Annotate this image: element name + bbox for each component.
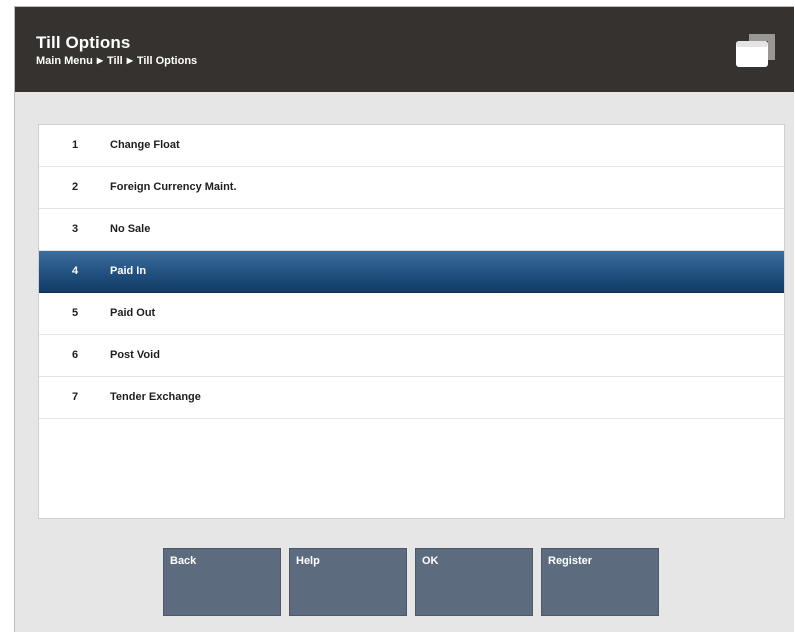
menu-item-label: Post Void bbox=[110, 349, 160, 361]
menu-item-number: 2 bbox=[72, 181, 79, 193]
menu-item-label: Paid Out bbox=[110, 307, 156, 319]
menu-item-number: 7 bbox=[72, 391, 79, 403]
page-title: Till Options bbox=[36, 33, 131, 52]
menu-item-tender-exchange[interactable]: 7 Tender Exchange bbox=[39, 377, 784, 419]
menu-item-paid-out[interactable]: 5 Paid Out bbox=[39, 293, 784, 335]
menu-item-label: Tender Exchange bbox=[110, 391, 201, 403]
register-button[interactable]: Register bbox=[541, 548, 659, 616]
ok-button[interactable]: OK bbox=[415, 548, 533, 616]
menu-item-paid-in[interactable]: 4 Paid In bbox=[39, 251, 784, 293]
menu-item-foreign-currency-maint[interactable]: 2 Foreign Currency Maint. bbox=[39, 167, 784, 209]
back-button[interactable]: Back bbox=[163, 548, 281, 616]
till-options-screen: Till Options Main Menu ▶ Till ▶ Till Options… bbox=[14, 6, 794, 632]
menu-item-label: No Sale bbox=[110, 223, 151, 235]
menu-item-label: Paid In bbox=[110, 265, 147, 277]
register-drawer-icon bbox=[736, 34, 775, 67]
menu-item-label: Change Float bbox=[110, 139, 180, 151]
menu-item-no-sale[interactable]: 3 No Sale bbox=[39, 209, 784, 251]
menu-item-number: 6 bbox=[72, 349, 79, 361]
menu-item-number: 3 bbox=[72, 223, 79, 235]
menu-item-label: Foreign Currency Maint. bbox=[110, 181, 237, 193]
menu-item-number: 5 bbox=[72, 307, 79, 319]
header-bar: Till Options Main Menu ▶ Till ▶ Till Options bbox=[15, 7, 794, 92]
breadcrumb-separator-icon: ▶ bbox=[96, 56, 103, 65]
breadcrumb-till-options: Till Options bbox=[136, 55, 198, 67]
breadcrumb-till[interactable]: Till bbox=[107, 55, 123, 67]
menu-item-number: 4 bbox=[72, 265, 79, 277]
breadcrumb: Main Menu ▶ Till ▶ Till Options bbox=[36, 55, 197, 67]
menu-item-number: 1 bbox=[72, 139, 79, 151]
menu-item-post-void[interactable]: 6 Post Void bbox=[39, 335, 784, 377]
help-button[interactable]: Help bbox=[289, 548, 407, 616]
till-options-menu: 1 Change Float 2 Foreign Currency Maint.… bbox=[38, 124, 785, 519]
menu-item-change-float[interactable]: 1 Change Float bbox=[39, 125, 784, 167]
breadcrumb-separator-icon: ▶ bbox=[126, 56, 133, 65]
breadcrumb-main-menu[interactable]: Main Menu bbox=[36, 55, 93, 67]
